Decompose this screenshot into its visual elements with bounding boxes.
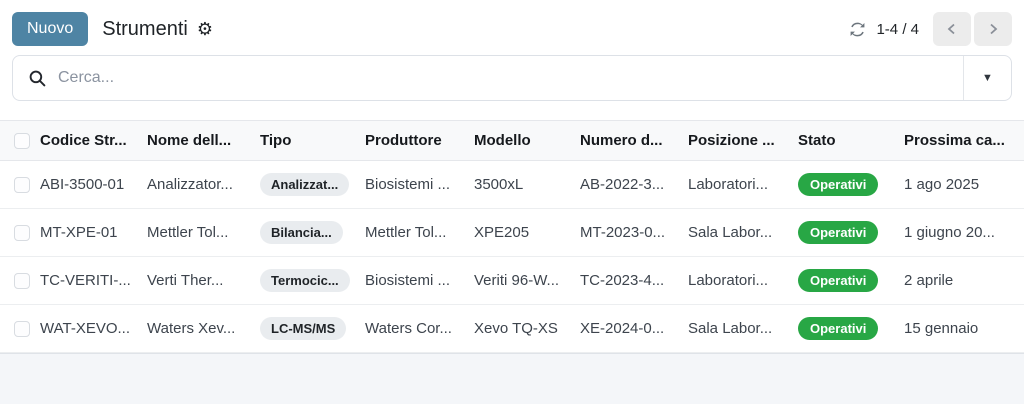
cell-modello: Xevo TQ-XS (474, 320, 558, 337)
cell-prossima: 2 aprile (904, 272, 954, 289)
type-badge: LC-MS/MS (260, 317, 347, 340)
cell-modello: Veriti 96-W... (474, 272, 560, 289)
cell-nome: Mettler Tol... (147, 224, 229, 241)
next-page-button[interactable] (974, 12, 1012, 46)
page-title: Strumenti (102, 17, 188, 40)
cell-posizione: Sala Labor... (688, 224, 773, 241)
prev-page-button[interactable] (933, 12, 971, 46)
table-row[interactable]: ABI-3500-01 Analizzator... Analizzat... … (0, 161, 1024, 209)
pager: 1-4 / 4 (849, 12, 1012, 46)
column-header-nome[interactable]: Nome dell... (147, 132, 260, 149)
column-header-modello[interactable]: Modello (474, 132, 580, 149)
instruments-table: Codice Str... Nome dell... Tipo Produtto… (0, 120, 1024, 353)
cell-prossima: 1 giugno 20... (904, 224, 995, 241)
column-header-produttore[interactable]: Produttore (365, 132, 474, 149)
search-dropdown-toggle[interactable]: ▼ (963, 56, 1011, 100)
type-badge: Bilancia... (260, 221, 343, 244)
chevron-left-icon (947, 23, 955, 35)
table-header-row: Codice Str... Nome dell... Tipo Produtto… (0, 120, 1024, 161)
table-row[interactable]: TC-VERITI-... Verti Ther... Termocic... … (0, 257, 1024, 305)
cell-posizione: Laboratori... (688, 272, 769, 289)
column-header-numero[interactable]: Numero d... (580, 132, 688, 149)
cell-nome: Analizzator... (147, 176, 233, 193)
column-header-prossima[interactable]: Prossima ca... (904, 132, 1024, 149)
cell-numero: MT-2023-0... (580, 224, 666, 241)
cell-numero: TC-2023-4... (580, 272, 665, 289)
cell-posizione: Laboratori... (688, 176, 769, 193)
cell-produttore: Biosistemi ... (365, 176, 451, 193)
cell-codice: WAT-XEVO... (40, 320, 131, 337)
row-checkbox[interactable] (14, 224, 30, 241)
caret-down-icon: ▼ (982, 71, 993, 84)
gear-icon[interactable]: ⚙ (197, 20, 213, 38)
column-header-tipo[interactable]: Tipo (260, 132, 365, 149)
search-input[interactable] (58, 56, 963, 100)
cell-produttore: Waters Cor... (365, 320, 452, 337)
row-checkbox[interactable] (14, 272, 30, 289)
cell-modello: 3500xL (474, 176, 524, 193)
row-checkbox[interactable] (14, 320, 30, 337)
search-bar: ▼ (12, 55, 1012, 101)
type-badge: Analizzat... (260, 173, 350, 196)
cell-nome: Waters Xev... (147, 320, 236, 337)
cell-prossima: 15 gennaio (904, 320, 979, 337)
footer-area (0, 353, 1024, 404)
row-checkbox[interactable] (14, 176, 30, 193)
select-all-checkbox[interactable] (14, 132, 30, 149)
refresh-icon (851, 22, 865, 36)
cell-prossima: 1 ago 2025 (904, 176, 980, 193)
cell-produttore: Biosistemi ... (365, 272, 451, 289)
pager-range: 1-4 / 4 (876, 20, 919, 38)
column-header-codice[interactable]: Codice Str... (40, 132, 147, 149)
cell-produttore: Mettler Tol... (365, 224, 447, 241)
table-row[interactable]: WAT-XEVO... Waters Xev... LC-MS/MS Water… (0, 305, 1024, 353)
toolbar: Nuovo Strumenti ⚙ 1-4 / 4 (12, 12, 1012, 46)
cell-nome: Verti Ther... (147, 272, 224, 289)
cell-modello: XPE205 (474, 224, 530, 241)
column-header-stato[interactable]: Stato (798, 132, 904, 149)
cell-numero: AB-2022-3... (580, 176, 665, 193)
cell-numero: XE-2024-0... (580, 320, 665, 337)
cell-codice: ABI-3500-01 (40, 176, 125, 193)
search-icon (13, 70, 58, 87)
status-badge: Operativi (798, 317, 879, 340)
status-badge: Operativi (798, 173, 879, 196)
status-badge: Operativi (798, 221, 879, 244)
refresh-button[interactable] (849, 21, 866, 38)
table-row[interactable]: MT-XPE-01 Mettler Tol... Bilancia... Met… (0, 209, 1024, 257)
cell-codice: TC-VERITI-... (40, 272, 131, 289)
new-button[interactable]: Nuovo (12, 12, 89, 46)
chevron-right-icon (990, 23, 998, 35)
type-badge: Termocic... (260, 269, 350, 292)
column-header-posizione[interactable]: Posizione ... (688, 132, 798, 149)
status-badge: Operativi (798, 269, 879, 292)
cell-codice: MT-XPE-01 (40, 224, 118, 241)
cell-posizione: Sala Labor... (688, 320, 773, 337)
